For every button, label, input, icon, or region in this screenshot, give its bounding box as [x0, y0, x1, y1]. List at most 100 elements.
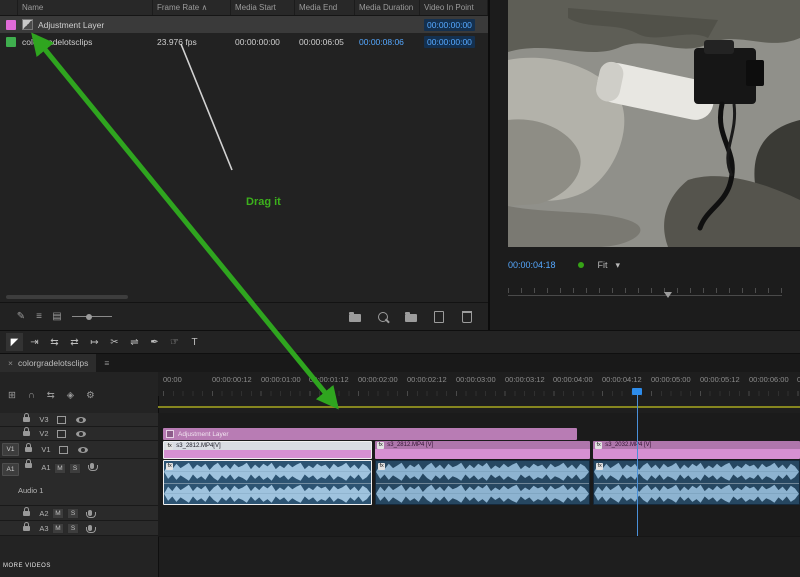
program-scrubber[interactable] [508, 288, 782, 300]
fx-badge: fx [377, 442, 384, 449]
ripple-edit-icon: ⇆ [50, 337, 58, 348]
rate-stretch-tool-button[interactable]: ↦ [86, 333, 103, 351]
clip-name: s3_2032.MP4 [V] [605, 442, 651, 448]
audio-volume-line[interactable] [164, 483, 371, 484]
time-ruler[interactable]: 00:00 00:00:00:12 00:00:01:00 00:00:01:1… [158, 372, 800, 396]
voiceover-record-mic-icon[interactable] [88, 525, 92, 531]
project-horizontal-scrollbar[interactable] [6, 295, 128, 299]
new-item-button[interactable] [430, 308, 448, 326]
sequence-tab[interactable]: × colorgradelotsclips [0, 354, 96, 372]
playhead-handle[interactable] [632, 388, 642, 395]
video-clip-1[interactable]: fxs3_2812.MP4[V] [163, 441, 372, 459]
lock-icon[interactable] [23, 431, 30, 436]
mute-button[interactable]: M [54, 463, 66, 474]
column-video-in-point[interactable]: Video In Point [420, 0, 488, 15]
pen-tool-button[interactable]: ✒ [146, 333, 163, 351]
audio-volume-line[interactable] [594, 483, 799, 484]
column-media-start[interactable]: Media Start [231, 0, 295, 15]
item-name[interactable]: Adjustment Layer [38, 20, 104, 30]
nest-toggle-icon[interactable]: ⊞ [8, 390, 16, 401]
video-clip-2[interactable]: fxs3_2812.MP4 [V] [375, 441, 590, 459]
lock-icon[interactable] [25, 447, 32, 452]
track-select-forward-tool-button[interactable]: ⇥ [26, 333, 43, 351]
voiceover-record-mic-icon[interactable] [88, 510, 92, 516]
track-label-a2[interactable]: A2 [36, 509, 52, 518]
track-label-a3[interactable]: A3 [36, 524, 52, 533]
search-icon [378, 312, 388, 322]
panel-menu-icon[interactable]: ≡ [104, 358, 109, 368]
premiere-pro-window: Name Frame Rate ∧ Media Start Media End … [0, 0, 800, 577]
track-lane-v3[interactable] [158, 413, 800, 428]
icon-view-button[interactable]: ▤ [48, 308, 66, 326]
linked-selection-icon[interactable]: ⇆ [47, 390, 55, 401]
video-in-point-value[interactable]: 00:00:00:00 [424, 36, 475, 48]
add-marker-icon[interactable]: ◈ [67, 390, 74, 401]
track-header-v1: V1 V1 [0, 441, 158, 459]
zoom-level-dropdown[interactable]: Fit ▾ [598, 260, 621, 271]
lock-icon[interactable] [23, 417, 30, 422]
item-name[interactable]: colorgradelotsclips [22, 37, 92, 47]
source-patch-v1[interactable]: V1 [2, 443, 19, 456]
audio-clip-3[interactable]: fx [593, 460, 800, 505]
rolling-edit-tool-button[interactable]: ⇄ [66, 333, 83, 351]
selection-tool-button[interactable]: ◤ [6, 333, 23, 351]
project-row-colorgradelotsclips[interactable]: colorgradelotsclips 23.976 fps 00:00:00:… [0, 33, 488, 50]
track-lane-a3[interactable] [158, 521, 800, 537]
adjustment-layer-clip[interactable]: Adjustment Layer [163, 428, 577, 440]
work-area-bar[interactable] [158, 406, 800, 408]
mute-button[interactable]: M [52, 508, 64, 519]
track-output-eye-icon[interactable] [76, 431, 86, 437]
solo-button[interactable]: S [67, 523, 79, 534]
timeline-settings-icon[interactable]: ⚙ [86, 390, 95, 401]
audio-clip-2[interactable]: fx [375, 460, 590, 505]
track-label-a1[interactable]: A1 [38, 463, 54, 472]
list-view-button[interactable]: ≡ [30, 308, 48, 326]
new-bin-button[interactable] [402, 308, 420, 326]
column-media-duration[interactable]: Media Duration [355, 0, 420, 15]
slip-tool-button[interactable]: ⇌ [126, 333, 143, 351]
lock-icon[interactable] [23, 511, 30, 516]
project-row-adjustment-layer[interactable]: Adjustment Layer 00:00:00:00 [0, 16, 488, 33]
video-clip-3[interactable]: fxs3_2032.MP4 [V] [593, 441, 800, 459]
audio-volume-line[interactable] [376, 483, 589, 484]
track-lane-a2[interactable] [158, 506, 800, 522]
video-in-point-value[interactable]: 00:00:00:00 [424, 19, 475, 31]
close-icon[interactable]: × [8, 358, 13, 368]
voiceover-record-mic-icon[interactable] [90, 463, 94, 469]
source-patch-a1[interactable]: A1 [2, 463, 19, 476]
sync-lock-icon[interactable] [59, 446, 68, 454]
thumbnail-zoom-slider[interactable] [72, 316, 112, 317]
column-name[interactable]: Name [18, 0, 153, 15]
column-media-end[interactable]: Media End [295, 0, 355, 15]
track-output-eye-icon[interactable] [78, 447, 88, 453]
clear-button[interactable] [458, 308, 476, 326]
label-color-swatch-green [6, 37, 16, 47]
column-frame-rate[interactable]: Frame Rate ∧ [153, 0, 231, 15]
track-label-v2[interactable]: V2 [36, 429, 52, 438]
razor-tool-button[interactable]: ✂ [106, 333, 123, 351]
audio-clip-1[interactable]: fx [163, 460, 372, 505]
program-timecode[interactable]: 00:00:04:18 [508, 260, 556, 270]
hand-tool-button[interactable]: ☞ [166, 333, 183, 351]
lock-icon[interactable] [25, 463, 32, 468]
snap-icon[interactable]: ∩ [28, 390, 35, 401]
track-label-v1[interactable]: V1 [38, 445, 54, 454]
sync-lock-icon[interactable] [57, 416, 66, 424]
scrubber-ticks [508, 288, 782, 293]
track-label-v3[interactable]: V3 [36, 415, 52, 424]
project-panel-toolbar: ✎ ≡ ▤ [0, 302, 488, 330]
type-tool-button[interactable]: T [186, 333, 203, 351]
solo-button[interactable]: S [67, 508, 79, 519]
find-button[interactable] [374, 308, 392, 326]
automate-to-sequence-button[interactable] [346, 308, 364, 326]
sync-lock-icon[interactable] [57, 430, 66, 438]
solo-button[interactable]: S [69, 463, 81, 474]
program-monitor-video[interactable] [508, 0, 800, 247]
ripple-edit-tool-button[interactable]: ⇆ [46, 333, 63, 351]
scrubber-playhead[interactable] [664, 292, 672, 298]
audio-waveform [376, 483, 589, 505]
mute-button[interactable]: M [52, 523, 64, 534]
track-output-eye-icon[interactable] [76, 417, 86, 423]
read-only-toggle-icon[interactable]: ✎ [12, 308, 30, 326]
lock-icon[interactable] [23, 526, 30, 531]
